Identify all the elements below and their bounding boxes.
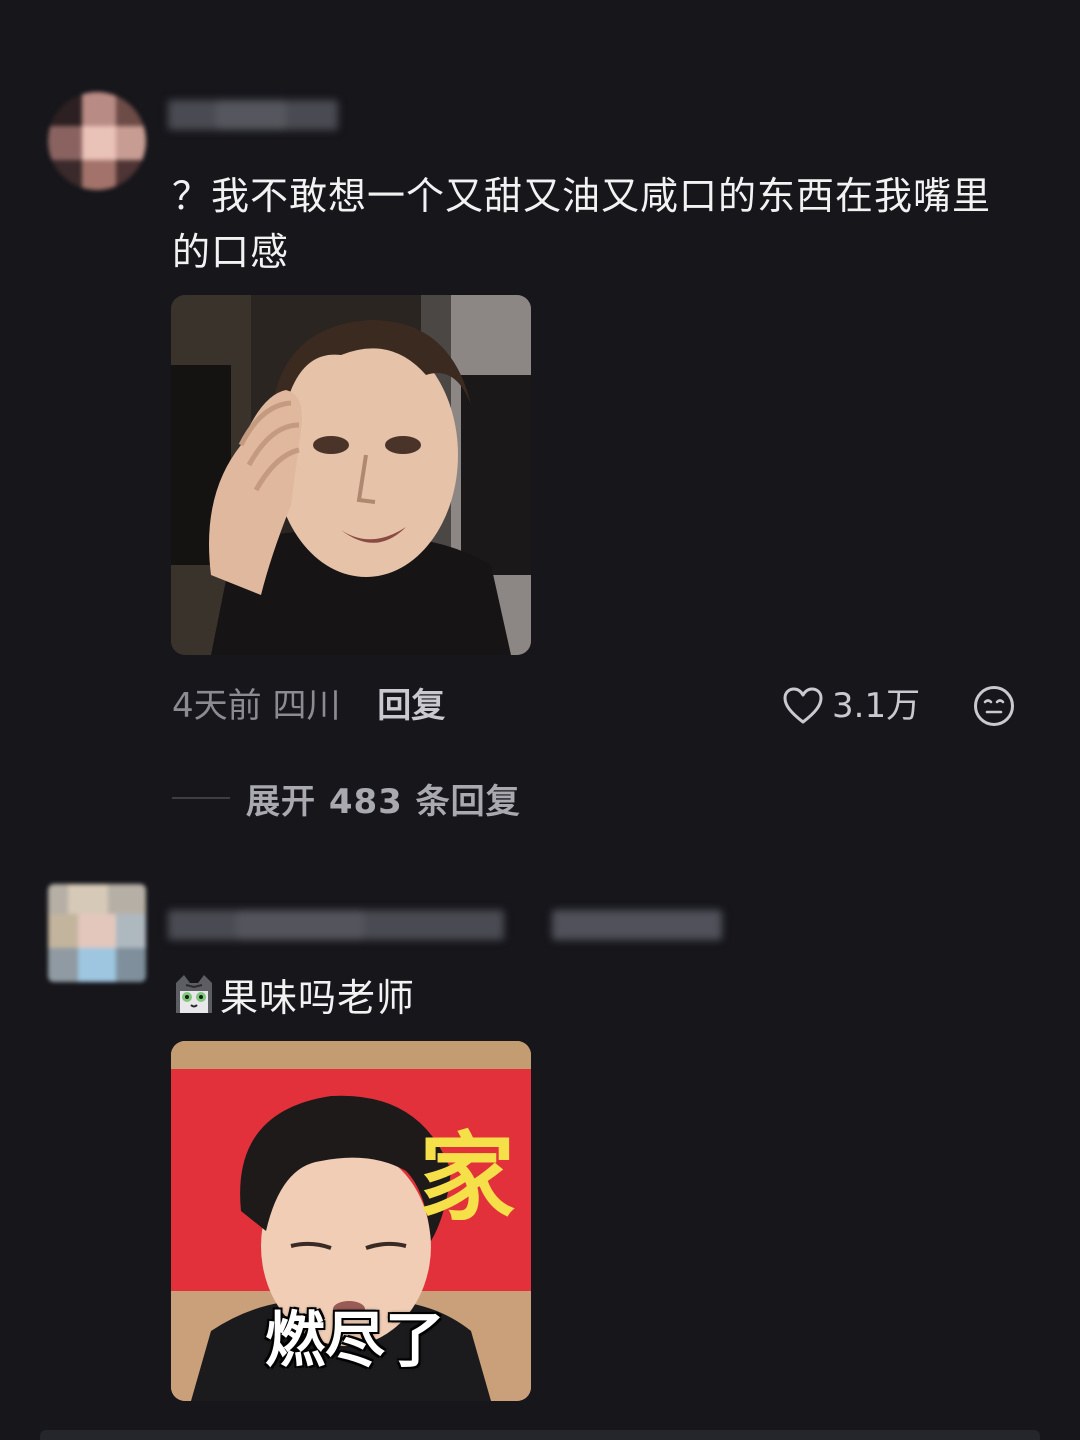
bottom-input-bar-edge bbox=[40, 1430, 1040, 1440]
username-blurred[interactable] bbox=[168, 910, 728, 940]
comment-text: 果味吗老师 bbox=[220, 976, 416, 1020]
comment-image[interactable]: 家 燃尽了 bbox=[171, 1041, 531, 1401]
comment-feed: ？我不敢想一个又甜又油又咸口的东西在我嘴里的口感 4天前 四川 回复 3.1万 … bbox=[0, 0, 1080, 1440]
expand-replies-label: 展开 483 条回复 bbox=[246, 781, 521, 822]
image-caption: 燃尽了 bbox=[265, 1306, 445, 1376]
expand-divider-line bbox=[172, 797, 230, 799]
comment-meta: 4天前 四川 回复 3.1万 bbox=[172, 682, 1032, 730]
username-blurred[interactable] bbox=[168, 100, 338, 130]
avatar[interactable] bbox=[48, 884, 146, 982]
cat-emoji-icon bbox=[176, 975, 212, 1013]
comment-time-location: 4天前 四川 bbox=[172, 686, 341, 726]
neutral-face-icon[interactable] bbox=[972, 684, 1016, 728]
comment-item: ？我不敢想一个又甜又油又咸口的东西在我嘴里的口感 4天前 四川 回复 3.1万 … bbox=[0, 0, 1080, 860]
meme-photo-man bbox=[171, 295, 531, 655]
expand-replies-button[interactable]: 展开 483 条回复 bbox=[172, 774, 521, 822]
like-count: 3.1万 bbox=[832, 686, 921, 726]
like-button[interactable]: 3.1万 bbox=[782, 682, 920, 730]
comment-text: ？我不敢想一个又甜又油又咸口的东西在我嘴里的口感 bbox=[172, 174, 992, 274]
avatar[interactable] bbox=[48, 92, 146, 190]
banner-character: 家 bbox=[419, 1122, 515, 1234]
heart-outline-icon bbox=[783, 687, 823, 724]
comment-image[interactable] bbox=[171, 295, 531, 655]
meme-photo-burnt-out bbox=[171, 1041, 531, 1401]
reply-button[interactable]: 回复 bbox=[377, 686, 445, 726]
comment-text-row: 果味吗老师 bbox=[172, 970, 1022, 1026]
